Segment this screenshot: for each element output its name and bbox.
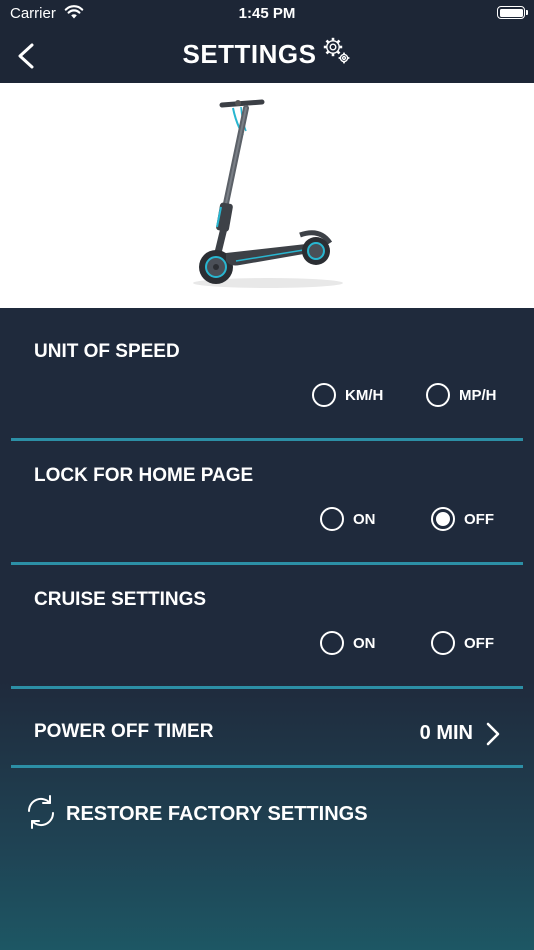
electric-scooter-image xyxy=(193,99,343,288)
page-title: SETTINGS xyxy=(182,39,317,69)
speed-unit-option-kmh[interactable]: KM/H xyxy=(312,383,383,407)
mph-radio[interactable] xyxy=(426,383,450,407)
gear-icon xyxy=(320,34,352,73)
kmh-radio[interactable] xyxy=(312,383,336,407)
power-off-timer-label: POWER OFF TIMER xyxy=(34,721,214,742)
divider xyxy=(11,686,523,689)
mph-label: MP/H xyxy=(459,386,497,404)
cruise-option-off[interactable]: OFF xyxy=(431,631,494,655)
navigation-bar: SETTINGS xyxy=(0,30,534,83)
refresh-icon xyxy=(24,792,58,837)
status-bar: Carrier 1:45 PM xyxy=(0,0,534,30)
settings-list: UNIT OF SPEED KM/H MP/H LOCK FOR HOME PA… xyxy=(0,308,534,950)
divider xyxy=(11,438,523,441)
status-time: 1:45 PM xyxy=(238,5,296,22)
restore-label: RESTORE FACTORY SETTINGS xyxy=(66,803,368,825)
page-title-row: SETTINGS xyxy=(0,37,534,73)
cruise-on-label: ON xyxy=(353,634,376,652)
power-off-timer-value[interactable]: 0 MIN xyxy=(420,722,473,745)
home-lock-option-off[interactable]: OFF xyxy=(431,507,494,531)
home-lock-option-on[interactable]: ON xyxy=(320,507,376,531)
divider xyxy=(11,562,523,565)
divider xyxy=(11,765,523,768)
home-lock-on-label: ON xyxy=(353,510,376,528)
speed-unit-option-mph[interactable]: MP/H xyxy=(426,383,497,407)
cruise-label: CRUISE SETTINGS xyxy=(34,589,207,610)
cruise-off-label: OFF xyxy=(464,634,494,652)
cruise-off-radio[interactable] xyxy=(431,631,455,655)
chevron-right-icon[interactable] xyxy=(484,721,502,752)
battery-icon xyxy=(497,6,528,19)
home-lock-off-label: OFF xyxy=(464,510,494,528)
restore-factory-settings-button[interactable]: RESTORE FACTORY SETTINGS xyxy=(24,792,368,837)
scooter-hero xyxy=(0,83,534,308)
home-lock-off-radio[interactable] xyxy=(431,507,455,531)
cruise-on-radio[interactable] xyxy=(320,631,344,655)
cruise-option-on[interactable]: ON xyxy=(320,631,376,655)
kmh-label: KM/H xyxy=(345,386,384,404)
speed-unit-label: UNIT OF SPEED xyxy=(34,341,180,362)
home-lock-label: LOCK FOR HOME PAGE xyxy=(34,465,254,486)
home-lock-on-radio[interactable] xyxy=(320,507,344,531)
